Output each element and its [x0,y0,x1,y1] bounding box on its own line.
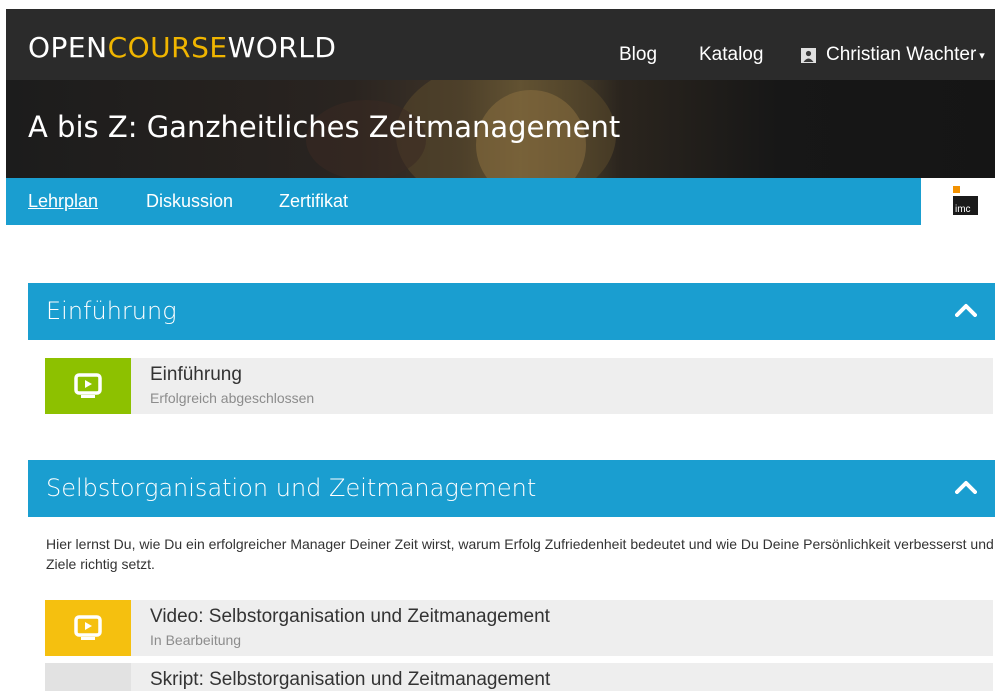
course-header: A bis Z: Ganzheitliches Zeitmanagement [6,80,995,178]
brand-logo-world: WORLD [227,31,337,64]
brand-logo-course: COURSE [107,31,228,64]
course-title: A bis Z: Ganzheitliches Zeitmanagement [28,110,621,144]
imc-logo-text: imc [955,204,971,215]
tab-lehrplan[interactable]: Lehrplan [28,191,98,212]
lesson-title: Einführung [150,364,242,385]
video-icon [74,615,102,640]
lesson-thumbnail [45,663,131,691]
section-header-selbstorganisation[interactable]: Selbstorganisation und Zeitmanagement [28,460,995,517]
section-description: Hier lernst Du, wie Du ein erfolgreicher… [46,536,994,572]
imc-logo-icon: imc [953,186,978,215]
nav-katalog-link[interactable]: Katalog [699,44,763,66]
chevron-up-icon [955,481,977,494]
video-icon [74,373,102,398]
nav-blog-link[interactable]: Blog [619,44,657,66]
lesson-item[interactable]: Einführung Erfolgreich abgeschlossen [45,358,993,414]
lesson-item[interactable]: Skript: Selbstorganisation und Zeitmanag… [45,663,993,691]
user-menu[interactable]: Christian Wachter ▾ [801,44,985,66]
brand-logo[interactable]: OPENCOURSEWORLD [28,31,336,64]
chevron-up-icon [955,304,977,317]
brand-logo-open: OPEN [28,31,108,64]
user-name: Christian Wachter [826,44,977,65]
chevron-down-icon: ▾ [979,49,985,62]
tab-zertifikat[interactable]: Zertifikat [279,191,348,212]
course-tab-bar: Lehrplan Diskussion Zertifikat [6,178,921,225]
lesson-thumbnail [45,358,131,414]
document-icon [70,678,106,691]
section-title: Einführung [46,297,177,325]
lesson-thumbnail [45,600,131,656]
lesson-title: Skript: Selbstorganisation und Zeitmanag… [150,669,551,690]
tab-diskussion[interactable]: Diskussion [146,191,233,212]
section-header-einfuehrung[interactable]: Einführung [28,283,995,340]
lesson-status: Erfolgreich abgeschlossen [150,390,315,406]
lesson-item[interactable]: Video: Selbstorganisation und Zeitmanage… [45,600,993,656]
user-avatar-icon [801,47,816,63]
lesson-status: In Bearbeitung [150,632,242,648]
section-title: Selbstorganisation und Zeitmanagement [46,474,537,502]
lesson-title: Video: Selbstorganisation und Zeitmanage… [150,606,550,627]
